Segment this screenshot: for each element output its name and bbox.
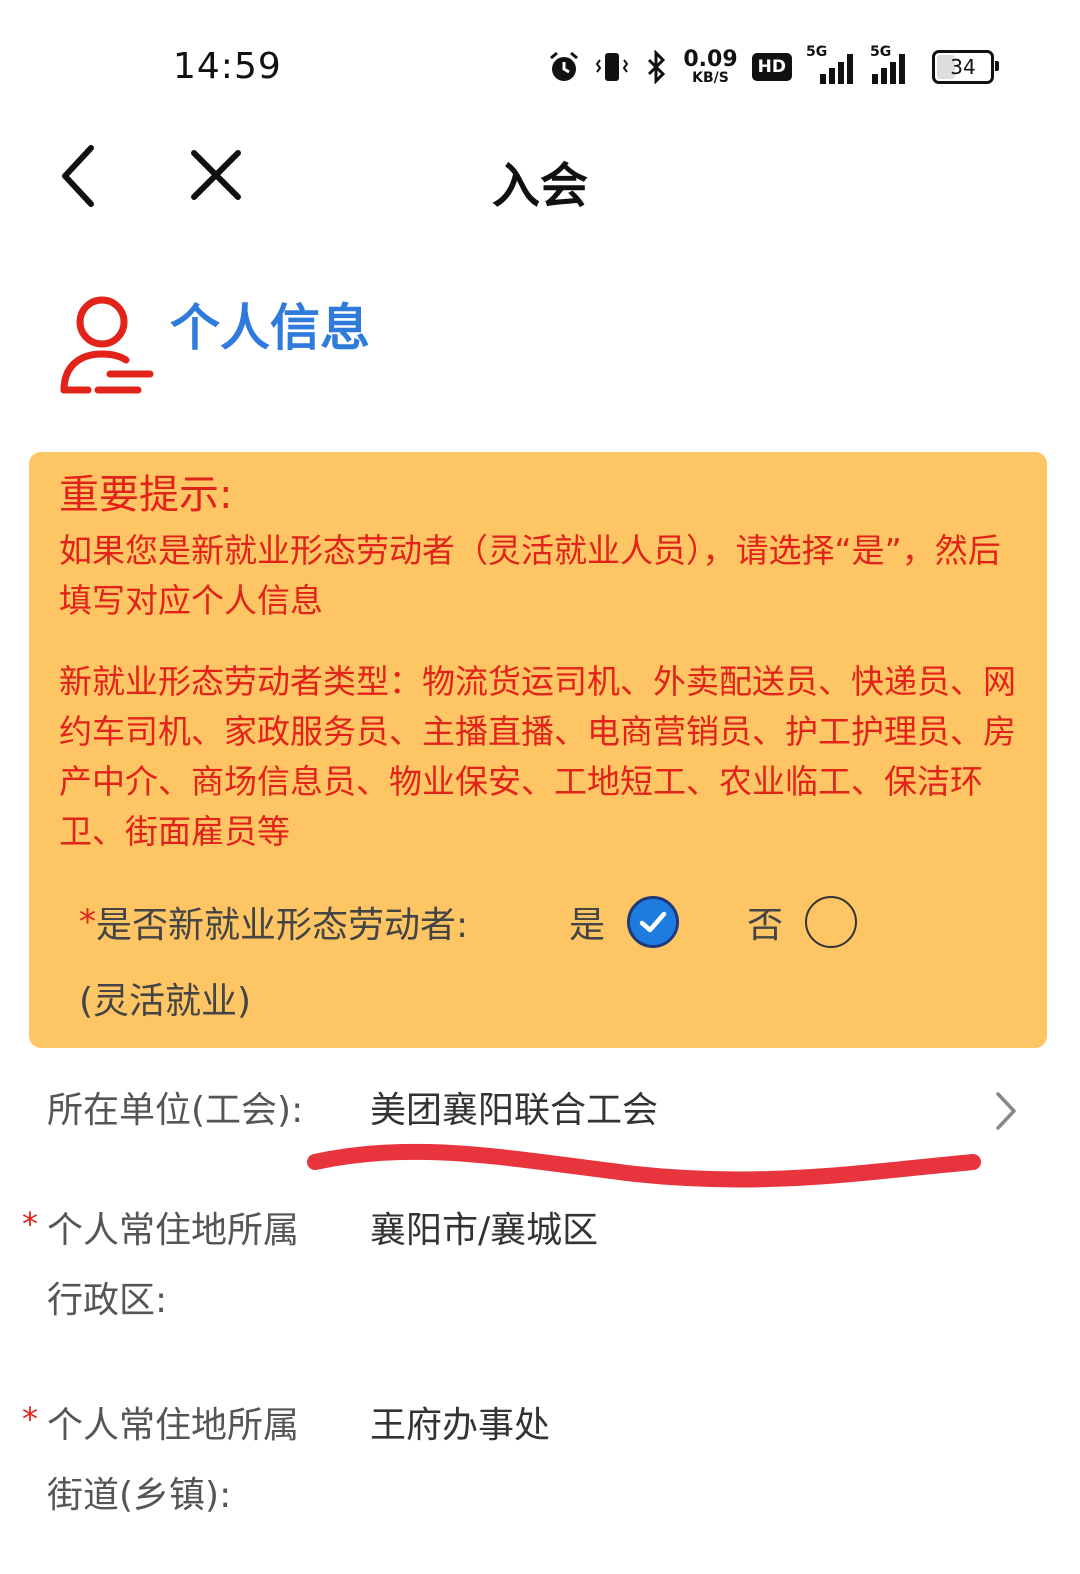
required-star: *: [22, 1205, 38, 1243]
chevron-right-icon[interactable]: [990, 1088, 1020, 1134]
hd-icon: HD: [751, 53, 792, 81]
radio-yes-checked[interactable]: [627, 896, 680, 948]
notice-box: 重要提示: 如果您是新就业形态劳动者（灵活就业人员），请选择“是”，然后填写对应…: [29, 452, 1047, 1048]
alarm-icon: [550, 51, 579, 81]
status-time: 14:59: [173, 46, 282, 87]
notice-title: 重要提示:: [59, 472, 233, 518]
region-value[interactable]: 襄阳市/襄城区: [370, 1196, 598, 1266]
street-label-line2: 街道(乡镇):: [47, 1475, 232, 1516]
street-value[interactable]: 王府办事处: [370, 1391, 550, 1461]
notice-paragraph-1: 如果您是新就业形态劳动者（灵活就业人员），请选择“是”，然后填写对应个人信息: [59, 531, 1001, 620]
checkmark-icon: [639, 911, 667, 933]
person-icon: [60, 296, 154, 394]
radio-no[interactable]: [805, 896, 858, 948]
section-title: 个人信息: [170, 299, 370, 357]
status-bar: 14:59 0.09 KB/S HD 5G 5G 34: [0, 0, 1080, 130]
unit-label: 所在单位(工会):: [47, 1090, 304, 1131]
unit-value[interactable]: 美团襄阳联合工会: [370, 1076, 658, 1146]
required-star: *: [79, 902, 96, 942]
question-sublabel: (灵活就业): [79, 981, 252, 1022]
option-yes[interactable]: 是: [569, 892, 680, 952]
bluetooth-icon: [648, 50, 666, 84]
required-star: *: [22, 1400, 38, 1438]
question-label: 是否新就业形态劳动者:: [96, 905, 469, 946]
red-underline-annotation: [307, 1143, 981, 1188]
option-no-label: 否: [747, 905, 784, 946]
signal-icon: 5G: [806, 44, 856, 84]
net-speed: 0.09 KB/S: [683, 47, 738, 86]
region-label-line2: 行政区:: [47, 1280, 168, 1321]
status-icons: 0.09 KB/S HD 5G 5G 34: [547, 44, 999, 90]
signal-icon: 5G: [870, 44, 918, 84]
vibrate-icon: [596, 53, 629, 81]
flexible-employment-question: * 是否新就业形态劳动者:: [79, 892, 468, 952]
region-label-line1: 个人常住地所属: [47, 1210, 300, 1251]
battery-icon: 34: [932, 50, 999, 84]
notice-paragraph-2: 新就业形态劳动者类型：物流货运司机、外卖配送员、快递员、网约车司机、家政服务员、…: [59, 662, 1016, 851]
option-yes-label: 是: [569, 905, 606, 946]
option-no[interactable]: 否: [747, 892, 858, 952]
page-title: 入会: [491, 158, 588, 214]
street-label-line1: 个人常住地所属: [47, 1405, 300, 1446]
